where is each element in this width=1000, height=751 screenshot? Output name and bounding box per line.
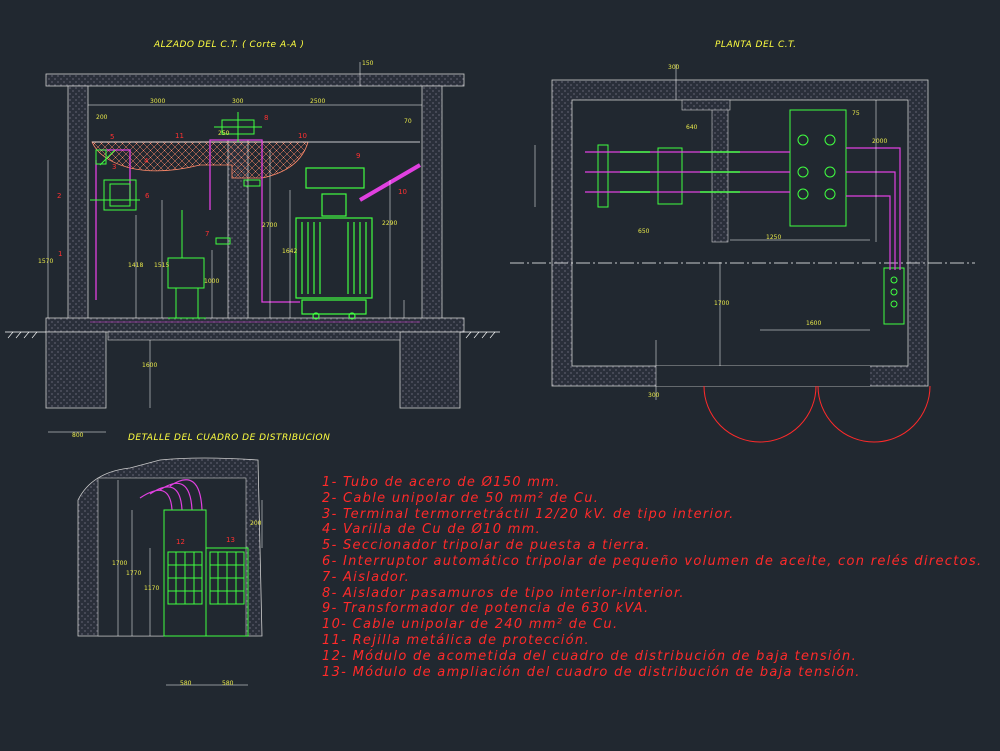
legend-item: 7- Aislador. <box>322 569 411 585</box>
callout-3: 3 <box>112 163 117 171</box>
dim-label: 1418 <box>128 262 144 269</box>
door-swings <box>703 385 931 443</box>
legend-item: 6- Interruptor automático tripolar de pe… <box>322 553 983 569</box>
callout-10b: 10 <box>398 188 407 196</box>
dim-label: 300 <box>232 98 244 105</box>
dim-label: 1600 <box>806 320 822 327</box>
transformer <box>295 167 373 320</box>
legend-item: 3- Terminal termorretráctil 12/20 kV. de… <box>322 506 735 522</box>
dim-label: 580 <box>222 680 234 687</box>
right-wall <box>421 85 443 333</box>
plan-interior <box>571 99 909 367</box>
dim-label: 300 <box>668 64 680 71</box>
dim-label: 1170 <box>144 585 160 592</box>
callout-11: 11 <box>175 132 184 140</box>
callout-10: 10 <box>298 132 307 140</box>
dim-label: 2290 <box>382 220 398 227</box>
callout-6: 6 <box>145 192 150 200</box>
dim-label: 2700 <box>262 222 278 229</box>
breaker-unit <box>167 210 206 319</box>
dim-label: 1570 <box>38 258 54 265</box>
callout-8: 8 <box>264 114 269 122</box>
callout-12: 12 <box>176 538 185 546</box>
left-wall <box>67 85 89 333</box>
detail-title: DETALLE DEL CUADRO DE DISTRIBUCION <box>128 433 331 443</box>
dim-label: 1642 <box>282 248 298 255</box>
legend-item: 13- Módulo de ampliación del cuadro de d… <box>322 664 861 680</box>
dim-label: 200 <box>96 114 108 121</box>
dim-label: 1770 <box>126 570 142 577</box>
plan-title: PLANTA DEL C.T. <box>715 40 797 50</box>
callout-5: 5 <box>110 133 115 141</box>
legend-item: 11- Rejilla metálica de protección. <box>322 632 590 648</box>
legend-item: 12- Módulo de acometida del cuadro de di… <box>322 648 858 664</box>
dim-label: 70 <box>404 118 412 125</box>
dim-label: 650 <box>638 228 650 235</box>
foundation-left <box>45 331 107 409</box>
legend-item: 2- Cable unipolar de 50 mm² de Cu. <box>322 490 600 506</box>
dim-label: 200 <box>250 520 262 527</box>
callout-2: 2 <box>57 192 62 200</box>
legend-item: 8- Aislador pasamuros de tipo interior-i… <box>322 585 685 601</box>
dim-label: 3000 <box>150 98 166 105</box>
legend-item: 5- Seccionador tripolar de puesta a tier… <box>322 538 651 554</box>
callout-13: 13 <box>226 536 235 544</box>
roof-slab <box>45 73 465 87</box>
callout-4: 4 <box>144 157 149 165</box>
detail-view <box>77 457 263 686</box>
legend-item: 1- Tubo de acero de Ø150 mm. <box>322 475 561 490</box>
legend-item: 4- Varilla de Cu de Ø10 mm. <box>322 522 542 538</box>
elevation-title: ALZADO DEL C.T. ( Corte A-A ) <box>154 40 305 50</box>
floor-slab <box>45 317 465 333</box>
dim-label: 1000 <box>204 278 220 285</box>
callout-7: 7 <box>205 230 210 238</box>
legend-item: 9- Transformador de potencia de 630 kVA. <box>322 601 650 617</box>
dim-label: 800 <box>72 432 84 439</box>
protective-grid <box>91 141 309 179</box>
dim-label: 150 <box>362 60 374 67</box>
callout-1: 1 <box>58 250 63 258</box>
dim-label: 1515 <box>154 262 170 269</box>
dim-label: 250 <box>218 130 230 137</box>
plan-partition <box>711 99 729 243</box>
dim-label: 2500 <box>310 98 326 105</box>
dim-label: 75 <box>852 110 860 117</box>
floor-base <box>107 331 401 341</box>
legend: 1- Tubo de acero de Ø150 mm. 2- Cable un… <box>322 475 982 680</box>
dim-label: 300 <box>648 392 660 399</box>
plan-view <box>510 64 975 443</box>
callout-9: 9 <box>356 152 361 160</box>
dim-label: 1700 <box>714 300 730 307</box>
dim-label: 2000 <box>872 138 888 145</box>
wall-bushing <box>214 112 262 142</box>
dim-label: 1700 <box>112 560 128 567</box>
dim-label: 640 <box>686 124 698 131</box>
dim-label: 580 <box>180 680 192 687</box>
dim-label: 1250 <box>766 234 782 241</box>
dim-label: 1600 <box>142 362 158 369</box>
foundation-right <box>399 331 461 409</box>
elevation-view <box>5 62 500 433</box>
legend-item: 10- Cable unipolar de 240 mm² de Cu. <box>322 617 619 633</box>
